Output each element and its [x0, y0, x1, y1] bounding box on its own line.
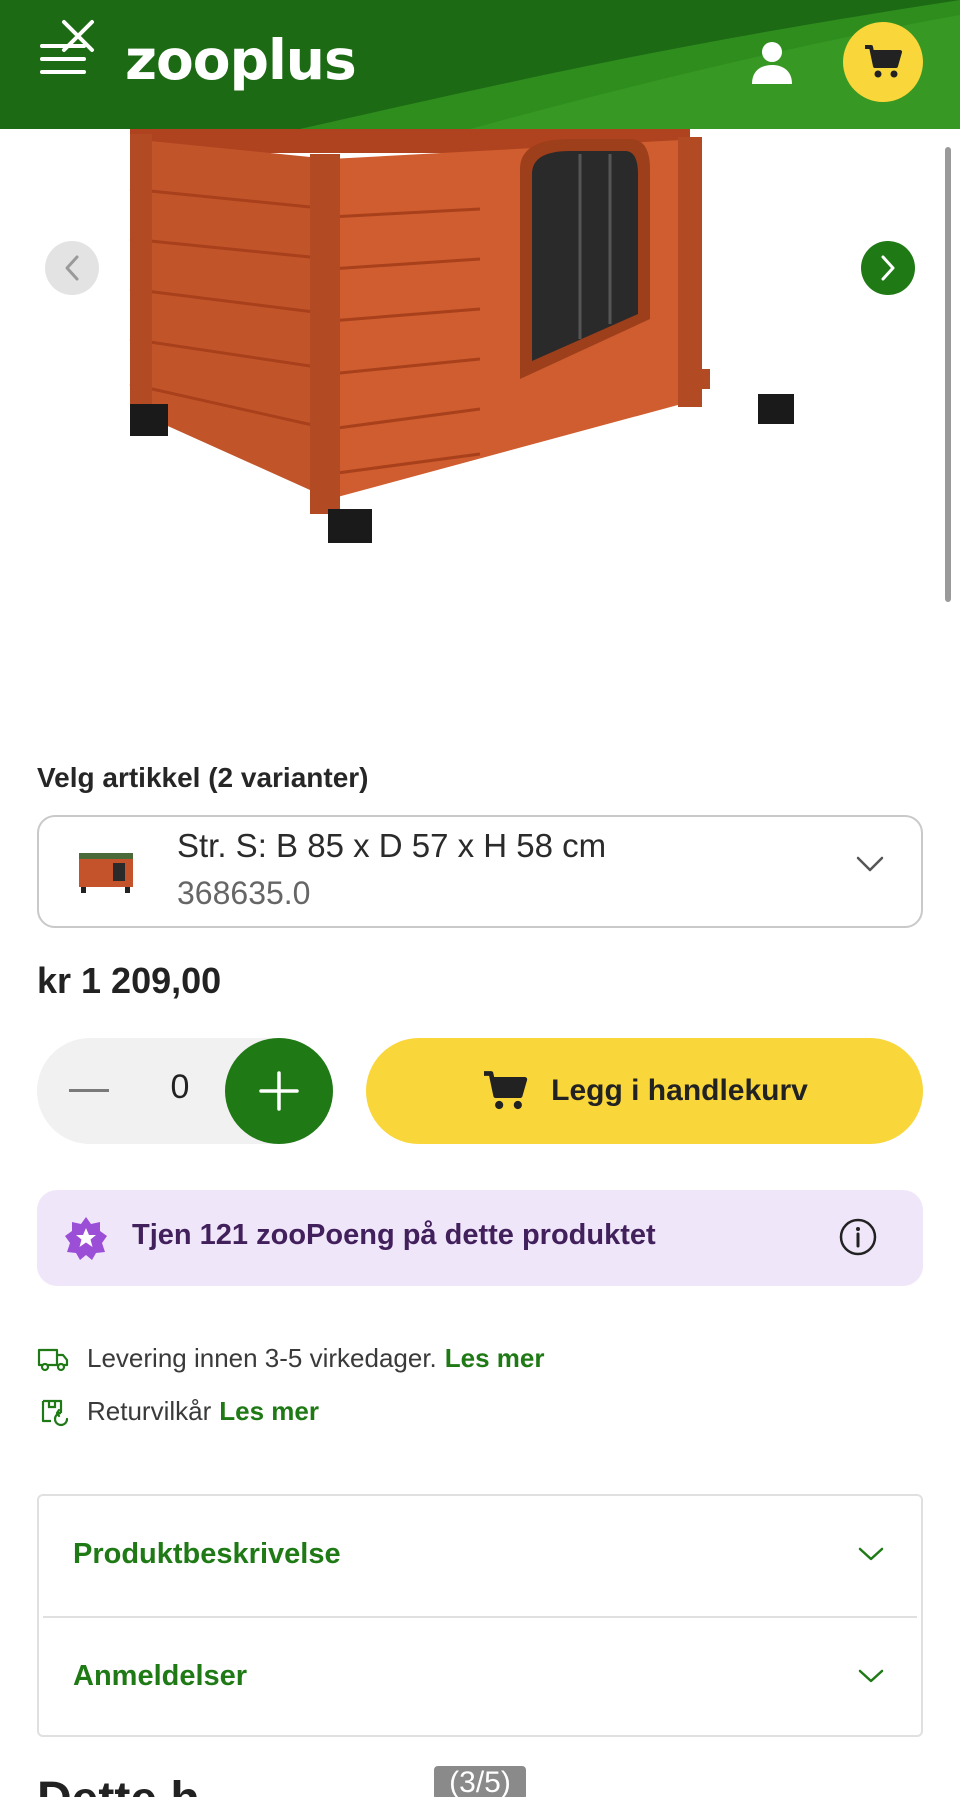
product-price: kr 1 209,00 [37, 960, 222, 1001]
product-info-accordion: Produktbeskrivelse Anmeldelser [37, 1494, 923, 1737]
add-to-cart-button[interactable]: Legg i handlekurv [366, 1038, 923, 1144]
site-header: zooplus [0, 0, 960, 129]
returns-text: Returvilkår [87, 1395, 212, 1426]
increase-quantity-button[interactable] [225, 1038, 333, 1144]
chevron-down-icon [856, 856, 884, 872]
accordion-product-description[interactable]: Produktbeskrivelse [39, 1496, 921, 1616]
returns-info: Returvilkår Les mer [37, 1395, 319, 1427]
chevron-right-icon [881, 255, 895, 281]
next-section-heading: Dette h [37, 1772, 200, 1797]
gallery-next-button[interactable] [861, 241, 915, 295]
variant-name: Str. S: B 85 x D 57 x H 58 cm [177, 827, 607, 864]
delivery-read-more-link[interactable]: Les mer [445, 1343, 545, 1374]
menu-icon[interactable] [40, 44, 86, 80]
cart-icon [865, 45, 902, 78]
zoopoints-text: Tjen 121 zooPoeng på dette produktet [132, 1219, 656, 1251]
scrollbar[interactable] [945, 147, 951, 602]
plus-icon [259, 1071, 299, 1111]
product-image-dog-kennel [129, 129, 794, 543]
return-package-icon [41, 1399, 69, 1427]
quantity-value[interactable]: 0 [165, 1068, 195, 1107]
zoopoints-banner: Tjen 121 zooPoeng på dette produktet [37, 1190, 923, 1286]
chevron-down-icon [858, 1669, 884, 1683]
cart-button[interactable] [843, 22, 923, 102]
decrease-quantity-button[interactable] [69, 1089, 109, 1092]
accordion-title: Produktbeskrivelse [73, 1538, 341, 1570]
user-icon[interactable] [748, 38, 796, 86]
delivery-text: Levering innen 3-5 virkedager. [87, 1342, 437, 1373]
points-badge-icon [65, 1217, 107, 1260]
variant-select[interactable]: Str. S: B 85 x D 57 x H 58 cm 368635.0 [37, 815, 923, 928]
add-to-cart-label: Legg i handlekurv [551, 1074, 808, 1107]
delivery-info: Levering innen 3-5 virkedager. Les mer [37, 1342, 545, 1374]
page-indicator: (3/5) [434, 1766, 526, 1797]
zooplus-logo[interactable]: zooplus [125, 28, 357, 92]
truck-icon [37, 1348, 69, 1372]
variant-article-number: 368635.0 [177, 875, 311, 911]
chevron-left-icon [65, 255, 79, 281]
variant-section-label: Velg artikkel (2 varianter) [37, 762, 369, 793]
accordion-reviews[interactable]: Anmeldelser [39, 1618, 921, 1738]
returns-read-more-link[interactable]: Les mer [219, 1396, 319, 1427]
variant-thumbnail [79, 853, 133, 893]
quantity-stepper: 0 [37, 1038, 333, 1144]
info-icon[interactable] [838, 1217, 878, 1257]
gallery-prev-button[interactable] [45, 241, 99, 295]
cart-icon [484, 1071, 528, 1110]
chevron-down-icon [858, 1547, 884, 1561]
product-image-gallery[interactable] [0, 129, 960, 729]
accordion-title: Anmeldelser [73, 1660, 248, 1692]
